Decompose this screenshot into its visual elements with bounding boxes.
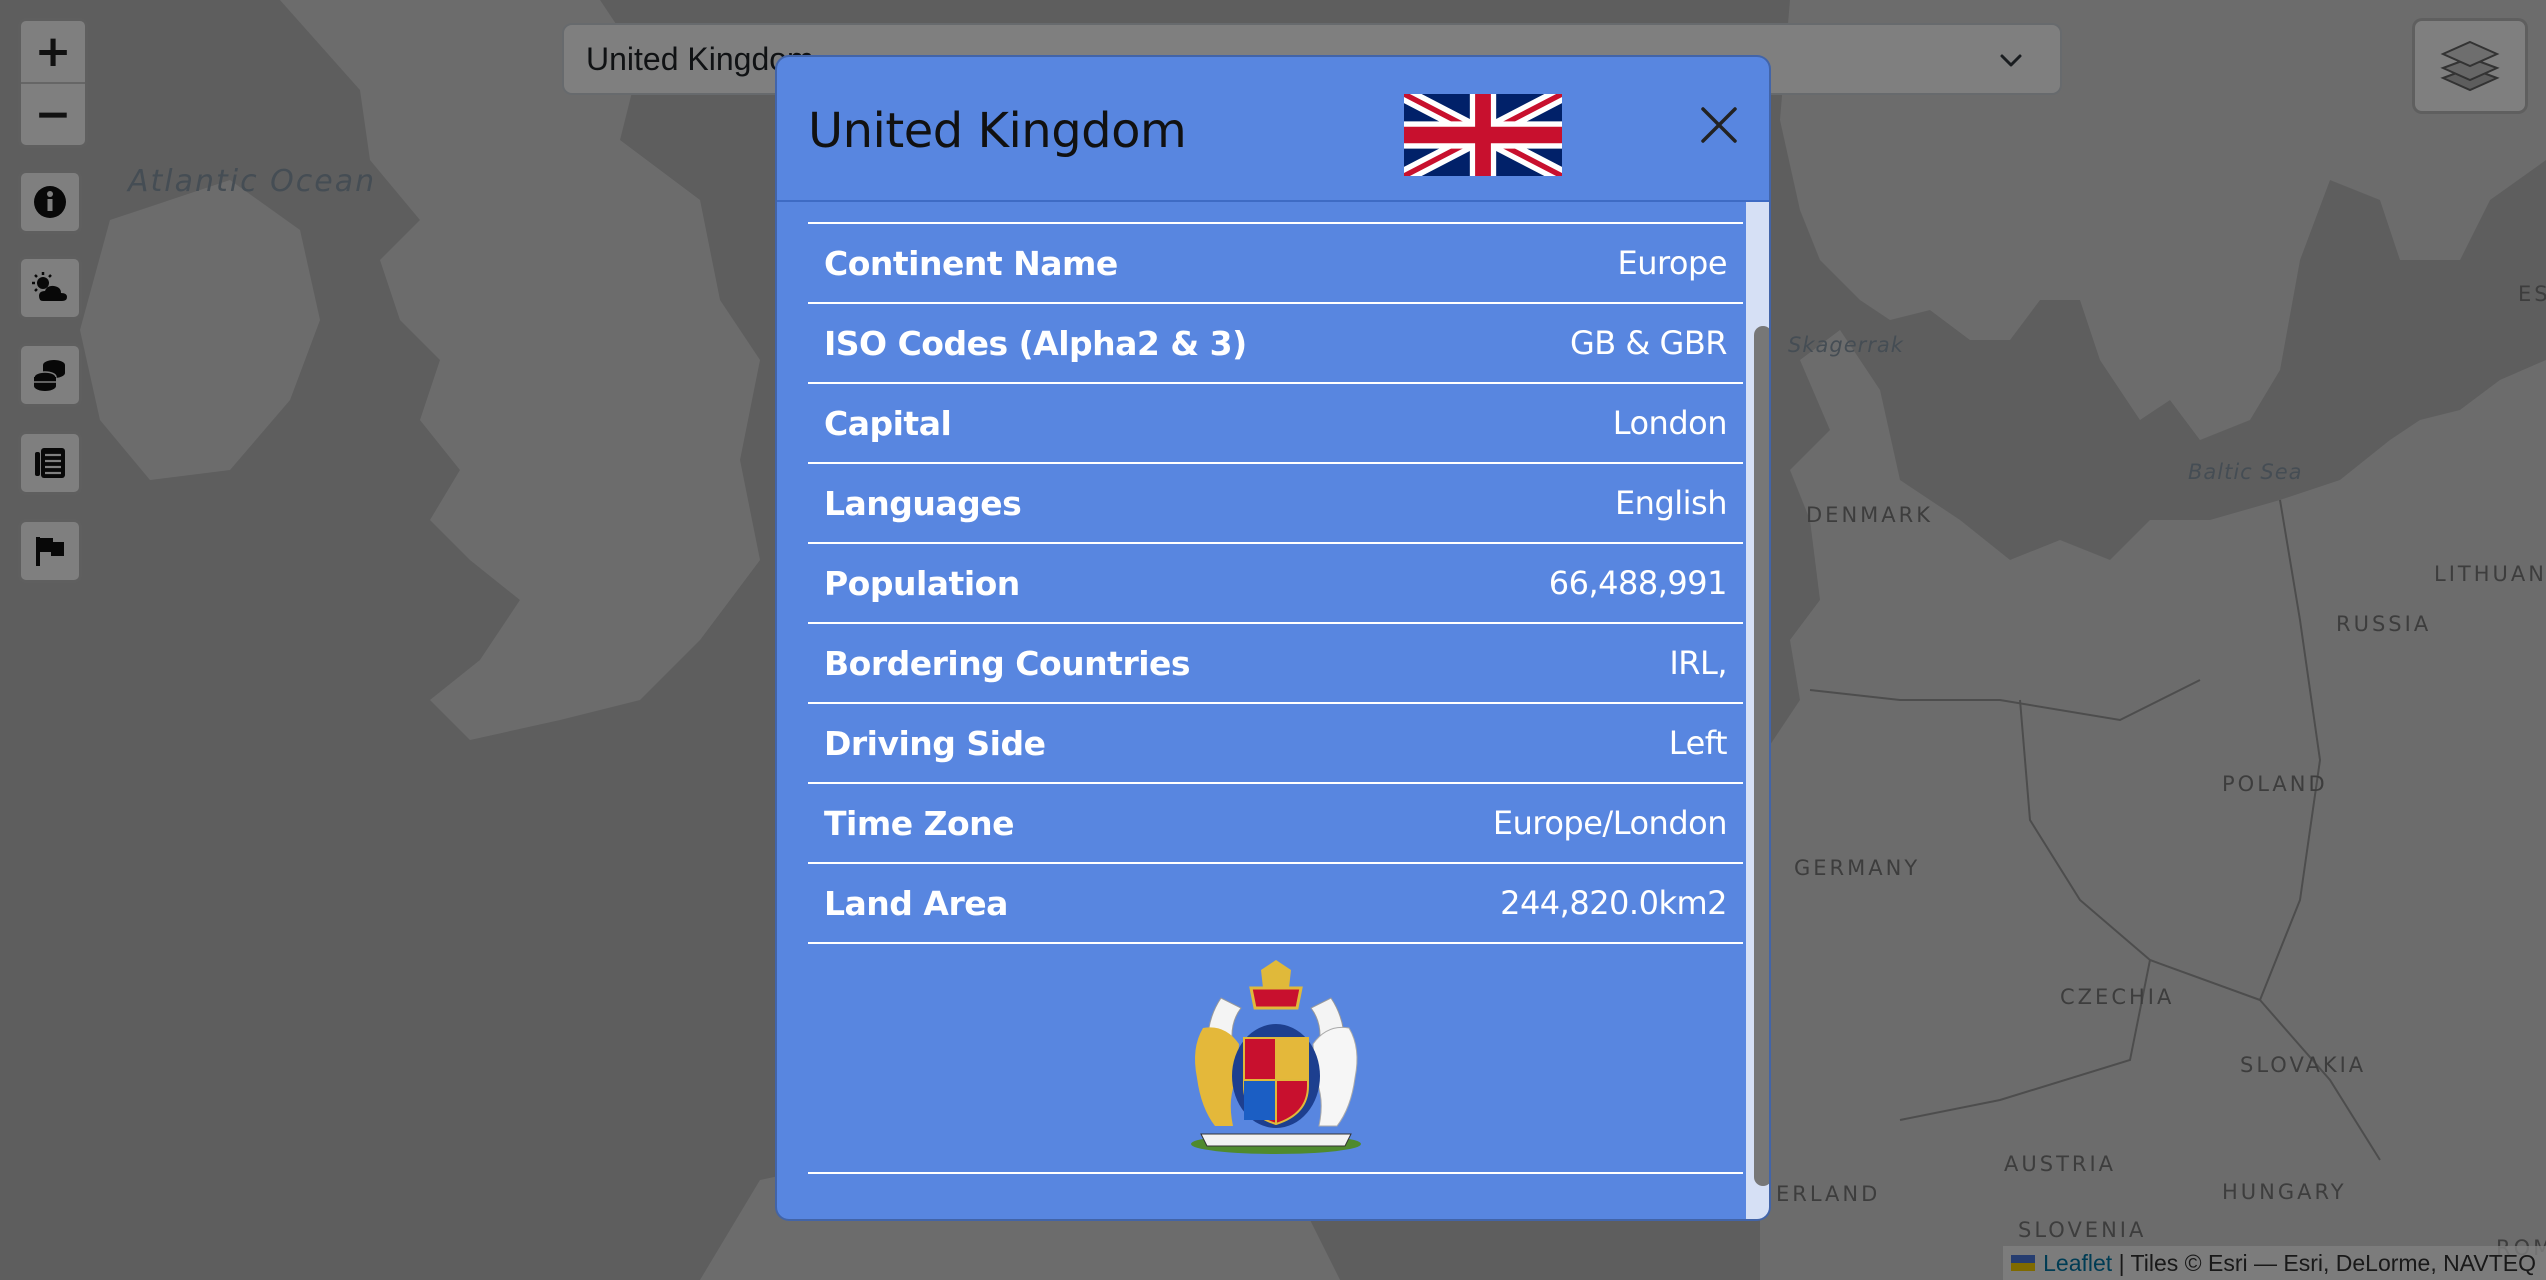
info-value: IRL,	[1669, 644, 1727, 682]
info-label: Languages	[824, 483, 1022, 523]
info-row-driving-side: Driving Side Left	[808, 702, 1743, 782]
info-value: 66,488,991	[1548, 564, 1728, 602]
info-label: Time Zone	[824, 803, 1015, 843]
info-value: Europe/London	[1492, 804, 1728, 842]
modal-body[interactable]: Continent Name Europe ISO Codes (Alpha2 …	[777, 202, 1769, 1219]
modal-scrollbar[interactable]	[1746, 202, 1769, 1219]
info-label: Capital	[824, 403, 952, 443]
country-flag-image	[1404, 94, 1562, 176]
info-row-land-area: Land Area 244,820.0km2	[808, 862, 1743, 942]
info-row-languages: Languages English	[808, 462, 1743, 542]
info-label: Population	[824, 563, 1020, 603]
info-value: GB & GBR	[1569, 324, 1728, 362]
info-label: ISO Codes (Alpha2 & 3)	[824, 323, 1247, 363]
info-row-iso-codes: ISO Codes (Alpha2 & 3) GB & GBR	[808, 302, 1743, 382]
info-value: Europe	[1617, 244, 1727, 282]
modal-title: United Kingdom	[808, 103, 1187, 159]
info-value: London	[1612, 404, 1728, 442]
close-icon[interactable]	[1697, 103, 1741, 147]
info-value: English	[1614, 484, 1728, 522]
info-value: Left	[1668, 724, 1728, 762]
info-row-time-zone: Time Zone Europe/London	[808, 782, 1743, 862]
coat-of-arms-row	[808, 942, 1743, 1174]
info-value: 244,820.0km2	[1500, 884, 1727, 922]
modal-scrollbar-thumb[interactable]	[1754, 326, 1769, 1186]
info-label: Land Area	[824, 883, 1008, 923]
info-label: Continent Name	[824, 243, 1118, 283]
info-row-continent: Continent Name Europe	[808, 222, 1743, 302]
info-label: Driving Side	[824, 723, 1046, 763]
country-info-modal: United Kingdom Continent Name Europe ISO…	[775, 55, 1771, 1221]
country-info-table: Continent Name Europe ISO Codes (Alpha2 …	[808, 222, 1743, 1174]
info-label: Bordering Countries	[824, 643, 1191, 683]
info-row-bordering-countries: Bordering Countries IRL,	[808, 622, 1743, 702]
modal-header: United Kingdom	[777, 57, 1769, 202]
info-row-population: Population 66,488,991	[808, 542, 1743, 622]
info-row-capital: Capital London	[808, 382, 1743, 462]
coat-of-arms-image	[1190, 960, 1361, 1154]
